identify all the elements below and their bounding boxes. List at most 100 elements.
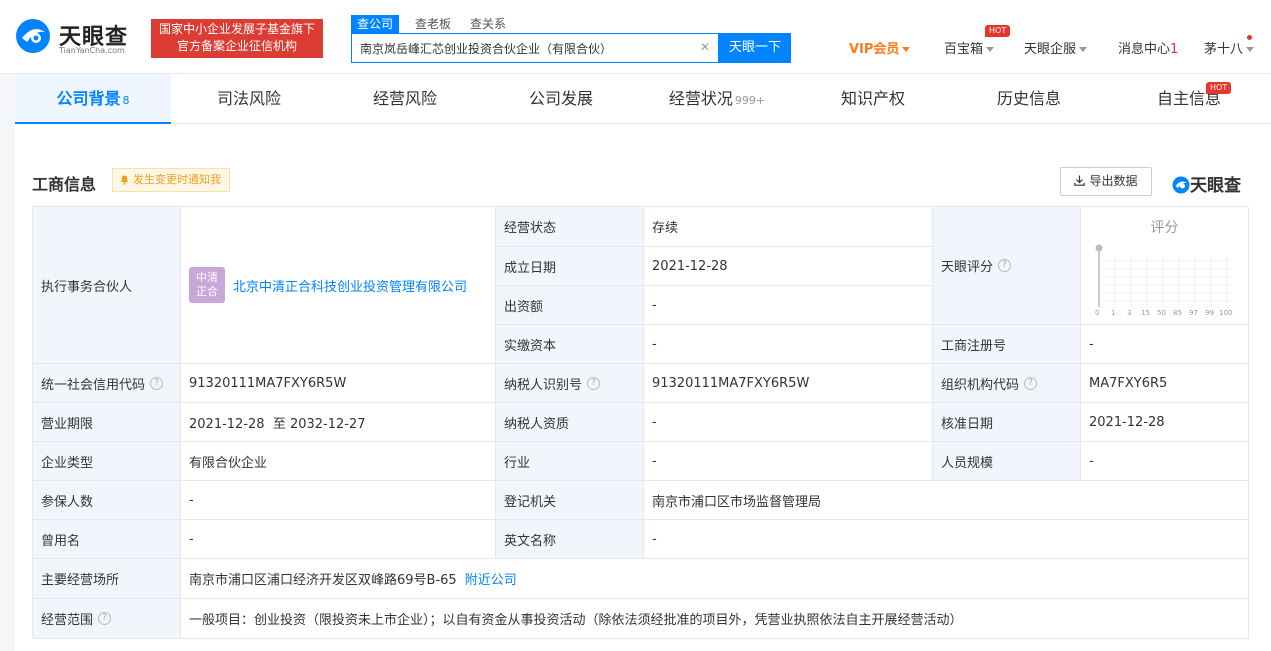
tab-company-background[interactable]: 公司背景 8 [15,74,171,124]
toolbox-menu[interactable]: 百宝箱 [944,38,995,58]
former-name-label: 曾用名 [33,520,181,559]
tab-history[interactable]: 历史信息 [951,74,1107,124]
founded-label: 成立日期 [496,247,644,286]
tab-label: 公司背景 [56,89,121,108]
watermark-text: 天眼查 [1190,176,1241,196]
label-text: 英文名称 [504,533,557,549]
label-text: 执行事务合伙人 [41,279,133,295]
label-text: 实缴资本 [504,338,557,354]
top-bar: 天眼查 TianYanCha.com 国家中小企业发展子基金旗下 官方备案企业征… [0,0,1271,74]
reg-no-label: 工商注册号 [933,325,1081,364]
value-text: 2021-12-28 [652,258,728,274]
label-text: 企业类型 [41,455,94,471]
value-text: 存续 [652,221,679,236]
enterprise-service-menu[interactable]: 天眼企服 [1024,38,1088,58]
score-tick: 85 [1173,309,1182,317]
score-tick: 15 [1141,309,1150,317]
authority-value: 南京市浦口区市场监督管理局 [644,481,1249,520]
scope-value: 一般项目：创业投资（限投资未上市企业）；以自有资金从事投资活动（除依法须经批准的… [181,599,1249,639]
tab-self-info[interactable]: 自主信息 [1107,74,1271,124]
partner-cell: 中清正合 北京中清正合科技创业投资管理有限公司 [181,207,496,364]
tab-company-development[interactable]: 公司发展 [483,74,639,124]
vip-member-menu[interactable]: VIP会员 [849,38,911,58]
search-input[interactable] [360,34,690,62]
tab-business-risk[interactable]: 经营风险 [327,74,483,124]
tab-label: 经营风险 [372,89,437,108]
help-icon[interactable]: ? [1024,376,1038,390]
notify-on-change-button[interactable]: 发生变更时通知我 [112,168,230,192]
tax-id-label: 纳税人识别号? [496,364,644,403]
search-button[interactable]: 天眼一下 [719,33,791,63]
search-tab-relation[interactable]: 查关系 [470,15,506,33]
value-text: - [1089,453,1094,469]
label-text: 曾用名 [41,533,81,549]
tab-count: 8 [122,94,130,107]
value-text: - [1089,336,1094,352]
section-title: 工商信息 [32,175,97,194]
capital-value: - [644,286,933,325]
clear-icon[interactable]: ✕ [700,40,710,54]
tab-label: 历史信息 [996,89,1061,108]
term-value: 2021-12-28 至 2032-12-27 [181,403,496,442]
tab-label: 公司发展 [528,89,593,108]
partner-link[interactable]: 北京中清正合科技创业投资管理有限公司 [233,276,467,295]
score-tick: 50 [1157,309,1166,317]
tab-label: 经营状况 [668,89,733,108]
partner-avatar[interactable]: 中清正合 [189,267,225,303]
label-text: 经营范围 [41,613,94,628]
export-data-button[interactable]: 导出数据 [1060,167,1152,196]
help-icon[interactable]: ? [998,259,1012,272]
insured-value: - [181,481,496,520]
hot-badge: HOT [985,25,1011,37]
insured-label: 参保人数 [33,481,181,520]
score-chart[interactable]: 评分 0 1 3 15 50 85 97 99 100 [1081,207,1249,325]
help-icon[interactable]: ? [587,376,601,390]
tab-intellectual-property[interactable]: 知识产权 [795,74,951,124]
tab-legal-risk[interactable]: 司法风险 [171,74,327,124]
score-tick: 3 [1127,309,1132,317]
credit-code-value: 91320111MA7FXY6R5W [181,364,496,403]
chevron-down-icon [902,47,911,52]
nearby-companies-link[interactable]: 附近公司 [465,569,517,588]
tax-id-value: 91320111MA7FXY6R5W [644,364,933,403]
staff-size-value: - [1081,442,1249,481]
message-center-link[interactable]: 消息中心1 [1118,38,1178,58]
search-tab-boss[interactable]: 查老板 [415,15,451,33]
bell-icon [120,175,129,185]
value-text: - [652,531,657,547]
org-code-value: MA7FXY6R5 [1081,364,1249,403]
industry-label: 行业 [496,442,644,481]
toolbox-label: 百宝箱 [944,42,984,57]
user-menu[interactable]: 茅十八 [1204,38,1255,58]
unread-dot [1247,35,1252,40]
value-text: 南京市浦口区浦口经济开发区双峰路69号B-65 [189,573,457,588]
help-icon[interactable]: ? [98,612,112,625]
tianyancha-logo-icon [1172,176,1190,194]
label-text: 登记机关 [504,494,557,510]
address-label: 主要经营场所 [33,559,181,599]
company-type-label: 企业类型 [33,442,181,481]
authority-label: 登记机关 [496,481,644,520]
export-label: 导出数据 [1089,174,1138,188]
label-text: 经营状态 [504,221,557,236]
score-tick: 100 [1219,309,1233,317]
capital-label: 出资额 [496,286,644,325]
help-icon[interactable]: ? [150,376,164,390]
user-name: 茅十八 [1204,42,1244,57]
term-label: 营业期限 [33,403,181,442]
value-text: 91320111MA7FXY6R5W [652,375,810,391]
logo-domain: TianYanCha.com [59,46,125,55]
founded-value: 2021-12-28 [644,247,933,286]
address-value: 南京市浦口区浦口经济开发区双峰路69号B-65 附近公司 [181,559,1249,599]
site-logo[interactable]: 天眼查 TianYanCha.com [15,18,145,58]
search-box: ✕ [351,33,719,63]
value-text: - [189,492,194,508]
tab-label: 知识产权 [840,89,905,108]
label-text: 营业期限 [41,416,94,432]
tab-operation-status[interactable]: 经营状况 999+ [639,74,795,124]
score-label: 天眼评分? [933,207,1081,325]
search-tab-company[interactable]: 查公司 [351,15,400,33]
english-name-value: - [644,520,1249,559]
value-text: - [652,336,657,352]
label-text: 主要经营场所 [41,573,120,588]
